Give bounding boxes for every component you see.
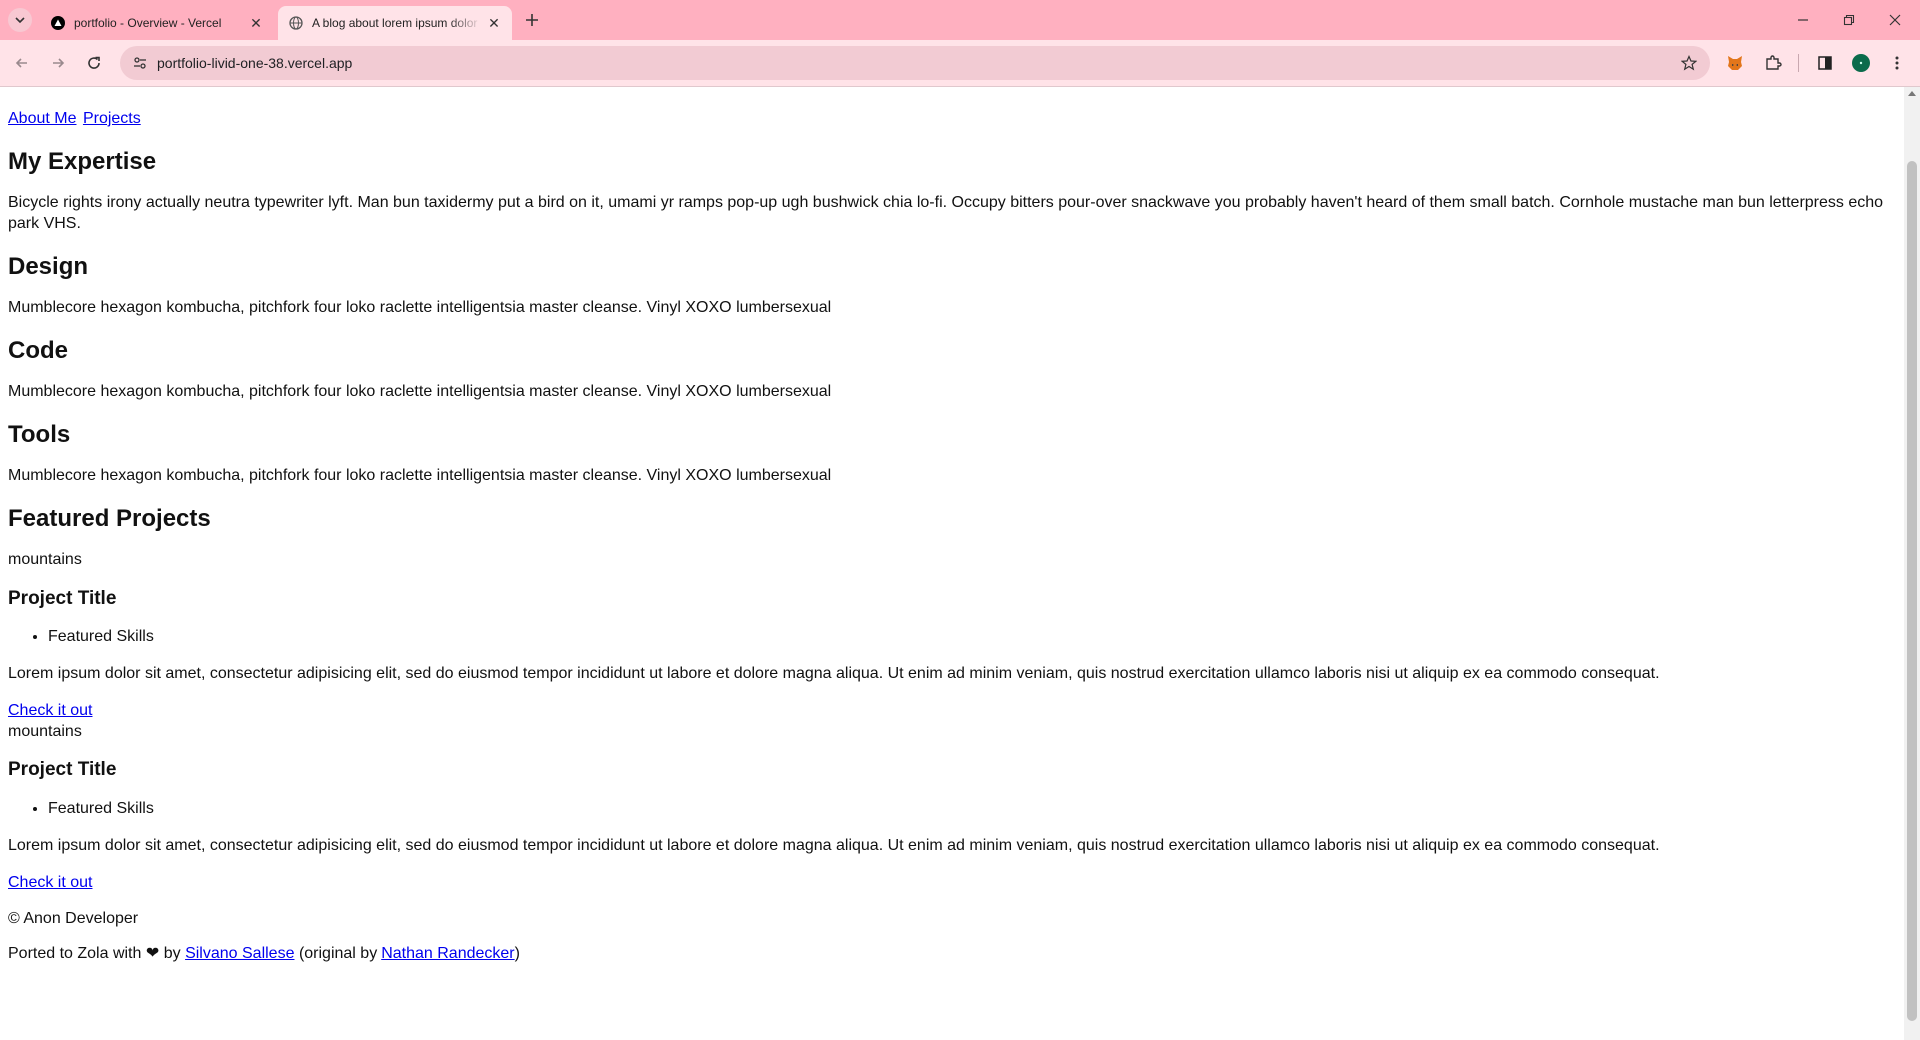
browser-toolbar: portfolio-livid-one-38.vercel.app bbox=[0, 40, 1920, 87]
tab-blog[interactable]: A blog about lorem ipsum dolor ✕ bbox=[278, 6, 512, 40]
skills-list-item: Featured Skills bbox=[48, 627, 1896, 648]
minimize-button[interactable] bbox=[1780, 0, 1826, 40]
design-text: Mumblecore hexagon kombucha, pitchfork f… bbox=[8, 298, 832, 316]
chevron-down-icon bbox=[15, 17, 25, 24]
project-title: Project Title bbox=[8, 587, 117, 609]
reload-button[interactable] bbox=[80, 49, 108, 77]
kebab-menu-icon[interactable] bbox=[1886, 52, 1908, 74]
forward-button[interactable] bbox=[44, 49, 72, 77]
broken-image-icon: mountains bbox=[8, 722, 1896, 743]
check-it-out-link[interactable]: Check it out bbox=[8, 874, 92, 891]
check-it-out-link[interactable]: Check it out bbox=[8, 702, 92, 719]
credits-line: Ported to Zola with ❤ by Silvano Sallese… bbox=[8, 944, 1896, 965]
credits-prefix: Ported to Zola with bbox=[8, 945, 142, 963]
close-icon bbox=[1889, 14, 1901, 26]
code-text: Mumblecore hexagon kombucha, pitchfork f… bbox=[8, 382, 832, 400]
credits-original-prefix: (original by bbox=[298, 945, 378, 963]
project-card: mountains Project Title Featured Skills … bbox=[8, 550, 1896, 722]
featured-projects-heading: Featured Projects bbox=[8, 504, 211, 532]
back-button[interactable] bbox=[8, 49, 36, 77]
tools-text: Mumblecore hexagon kombucha, pitchfork f… bbox=[8, 466, 832, 484]
arrow-left-icon bbox=[15, 58, 27, 68]
address-bar[interactable]: portfolio-livid-one-38.vercel.app bbox=[120, 46, 1710, 80]
page-viewport: About Me Projects My Expertise Bicycle r… bbox=[0, 87, 1904, 1040]
close-icon[interactable]: ✕ bbox=[486, 15, 502, 31]
scrollbar-thumb[interactable] bbox=[1907, 161, 1917, 1021]
nav-link-about[interactable]: About Me bbox=[8, 110, 76, 127]
restore-button[interactable] bbox=[1826, 0, 1872, 40]
tab-title: A blog about lorem ipsum dolor bbox=[312, 16, 478, 30]
new-tab-button[interactable] bbox=[520, 8, 544, 32]
bookmark-star-icon[interactable] bbox=[1680, 54, 1698, 72]
tab-strip: portfolio - Overview - Vercel ✕ A blog a… bbox=[0, 0, 1920, 40]
original-author-link[interactable]: Nathan Randecker bbox=[381, 945, 514, 962]
plus-icon bbox=[526, 14, 538, 26]
author-link[interactable]: Silvano Sallese bbox=[185, 945, 294, 962]
code-heading: Code bbox=[8, 336, 68, 364]
image-alt-text: mountains bbox=[8, 550, 82, 568]
profile-avatar[interactable] bbox=[1850, 52, 1872, 74]
globe-icon bbox=[288, 15, 304, 31]
nav-link-projects[interactable]: Projects bbox=[83, 110, 141, 127]
skills-list: Featured Skills bbox=[8, 799, 1896, 820]
image-alt-text: mountains bbox=[8, 722, 82, 740]
expertise-heading: My Expertise bbox=[8, 147, 157, 175]
project-card: mountains Project Title Featured Skills … bbox=[8, 722, 1896, 894]
side-panel-icon[interactable] bbox=[1814, 52, 1836, 74]
credits-by: by bbox=[163, 945, 181, 963]
url-text[interactable]: portfolio-livid-one-38.vercel.app bbox=[157, 55, 352, 71]
tab-title: portfolio - Overview - Vercel bbox=[74, 16, 222, 30]
project-title: Project Title bbox=[8, 759, 117, 781]
broken-image-icon: mountains bbox=[8, 550, 1896, 571]
tab-search-button[interactable] bbox=[8, 8, 32, 32]
tools-heading: Tools bbox=[8, 420, 71, 448]
close-icon[interactable]: ✕ bbox=[248, 15, 264, 31]
arrow-right-icon bbox=[53, 58, 65, 68]
extensions-puzzle-icon[interactable] bbox=[1762, 52, 1784, 74]
project-description: Lorem ipsum dolor sit amet, consectetur … bbox=[8, 836, 1660, 854]
scroll-up-icon[interactable] bbox=[1908, 91, 1916, 96]
restore-icon bbox=[1843, 14, 1855, 26]
site-footer: © Anon Developer Ported to Zola with ❤ b… bbox=[8, 909, 1896, 965]
credits-original-suffix: ) bbox=[514, 945, 520, 963]
expertise-intro: Bicycle rights irony actually neutra typ… bbox=[8, 193, 1884, 232]
copyright-text: © Anon Developer bbox=[8, 910, 139, 928]
project-description: Lorem ipsum dolor sit amet, consectetur … bbox=[8, 665, 1660, 682]
skills-list-item: Featured Skills bbox=[48, 799, 1896, 820]
site-settings-icon[interactable] bbox=[132, 55, 148, 71]
toolbar-divider bbox=[1798, 54, 1799, 72]
design-heading: Design bbox=[8, 252, 89, 280]
site-nav: About Me Projects bbox=[8, 109, 1896, 130]
metamask-fox-icon[interactable] bbox=[1724, 52, 1746, 74]
vertical-scrollbar[interactable] bbox=[1904, 87, 1920, 1040]
minimize-icon bbox=[1798, 19, 1808, 21]
vercel-icon bbox=[50, 15, 66, 31]
tab-vercel-overview[interactable]: portfolio - Overview - Vercel ✕ bbox=[40, 6, 274, 40]
skills-list: Featured Skills bbox=[8, 627, 1896, 648]
heart-icon: ❤ bbox=[145, 945, 160, 963]
close-window-button[interactable] bbox=[1872, 0, 1918, 40]
reload-icon bbox=[88, 56, 100, 69]
